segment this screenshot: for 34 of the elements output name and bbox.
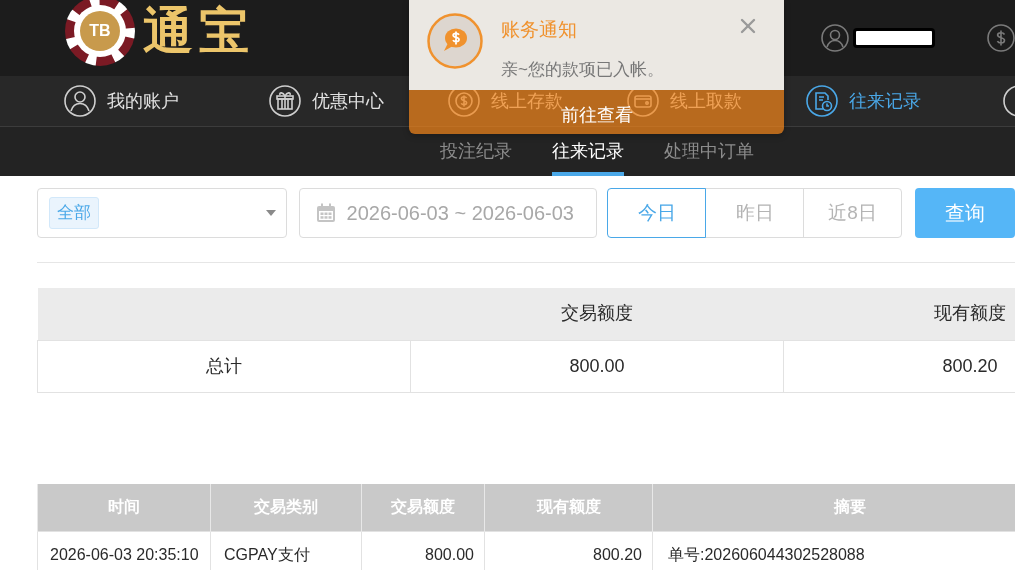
dollar-icon <box>987 24 1015 52</box>
gift-icon <box>269 85 301 117</box>
table-cell: 总计 <box>37 340 411 392</box>
nav-tab[interactable]: 优惠中心 <box>269 85 384 117</box>
table-cell: 2026-06-03 20:35:10 <box>37 531 211 570</box>
notification-message: 亲~您的款项已入帐。 <box>501 58 664 81</box>
caret-icon <box>265 210 276 216</box>
quick-range-button[interactable]: 近8日 <box>803 188 902 238</box>
table-cell: 800.00 <box>410 340 784 392</box>
table-cell: 800.20 <box>484 531 653 570</box>
table-header-cell: 交易额度 <box>410 288 784 340</box>
user-icon <box>64 85 96 117</box>
quick-range-button[interactable]: 昨日 <box>705 188 804 238</box>
money-chat-icon <box>427 13 483 69</box>
brand-name: 通宝 <box>143 6 255 56</box>
quick-range-button[interactable]: 今日 <box>607 188 706 238</box>
user-icon <box>821 24 849 52</box>
date-range-field[interactable]: 2026-06-03 ~ 2026-06-03 <box>298 188 597 238</box>
nav-tab[interactable]: 我的账户 <box>64 85 179 117</box>
type-select[interactable]: 全部 <box>37 188 287 238</box>
table-cell: 800.20 <box>783 340 1015 392</box>
table-header-cell: 现有额度 <box>783 288 1015 340</box>
nav-tab[interactable]: 往来记录 <box>806 85 921 117</box>
sub-tab[interactable]: 投注纪录 <box>440 136 512 176</box>
document-clock-icon <box>806 85 838 117</box>
selected-tag: 全部 <box>49 197 99 229</box>
sub-tab[interactable]: 处理中订单 <box>664 136 754 176</box>
view-button[interactable]: 前往查看 <box>560 106 633 124</box>
calendar-icon <box>315 203 336 223</box>
table-cell: CGPAY支付 <box>210 531 362 570</box>
query-button[interactable]: 查询 <box>915 188 1015 238</box>
table-cell: 800.00 <box>361 531 485 570</box>
logo-chip: TB <box>65 0 135 66</box>
notification-title: 账务通知 <box>501 18 578 42</box>
